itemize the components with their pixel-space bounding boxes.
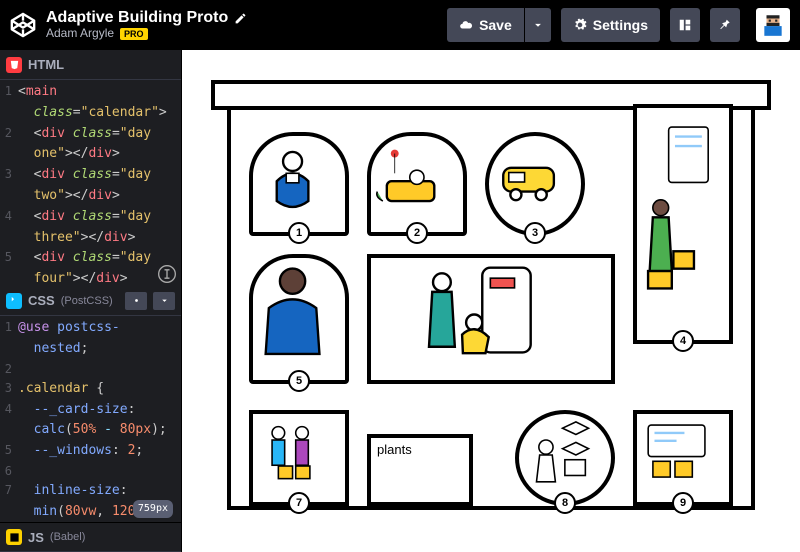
window-badge: 7 — [288, 492, 310, 514]
layout-button[interactable] — [670, 8, 700, 42]
js-badge-icon — [6, 529, 22, 545]
save-button-group: Save — [447, 8, 551, 42]
building-row-2: 5 — [249, 254, 733, 384]
pin-icon — [718, 18, 732, 32]
window-badge: 3 — [524, 222, 546, 244]
html-editor[interactable]: 1<main class="calendar">2 <div class="da… — [0, 80, 181, 286]
illustration-isometric — [519, 414, 598, 490]
html-panel-header[interactable]: HTML — [0, 50, 181, 80]
css-editor[interactable]: 1@use postcss- nested;23.calendar {4 --_… — [0, 316, 181, 522]
illustration-person-reading — [253, 136, 332, 219]
window-4: 4 — [633, 104, 733, 344]
chevron-down-icon — [531, 18, 545, 32]
window-badge: 8 — [554, 492, 576, 514]
window-8: 8 — [515, 410, 615, 506]
gear-icon — [131, 295, 142, 306]
app-header: Adaptive Building Proto Adam Argyle PRO … — [0, 0, 800, 50]
js-panel-sub: (Babel) — [50, 531, 85, 543]
js-panel-header[interactable]: JS (Babel) — [0, 522, 181, 552]
plants-label: plants — [377, 442, 412, 457]
settings-button[interactable]: Settings — [561, 8, 660, 42]
window-badge: 2 — [406, 222, 428, 244]
js-panel-title: JS — [28, 530, 44, 545]
cloud-icon — [459, 18, 473, 32]
building-output: 1 2 3 — [211, 80, 771, 552]
preview-pane: 1 2 3 — [182, 50, 800, 552]
window-badge: 1 — [288, 222, 310, 244]
save-dropdown-button[interactable] — [525, 8, 551, 42]
settings-label: Settings — [593, 17, 648, 33]
css-settings-button[interactable] — [125, 292, 147, 310]
edit-title-icon[interactable] — [234, 12, 247, 25]
building-row-3: 7 plants 8 9 — [249, 410, 733, 506]
illustration-dashboard-boxes — [637, 414, 716, 490]
html-panel-title: HTML — [28, 57, 64, 72]
window-7: 7 — [249, 410, 349, 506]
illustration-worker-boxes — [637, 108, 716, 308]
author-name[interactable]: Adam Argyle — [46, 27, 114, 41]
window-badge: 4 — [672, 330, 694, 352]
save-label: Save — [479, 17, 512, 33]
save-button[interactable]: Save — [447, 8, 524, 42]
window-2: 2 — [367, 132, 467, 236]
text-cursor-icon — [157, 264, 177, 284]
illustration-phone-people — [371, 258, 577, 363]
user-avatar[interactable] — [756, 8, 790, 42]
css-panel-sub: (PostCSS) — [61, 295, 113, 307]
css-panel-header[interactable]: CSS (PostCSS) — [0, 286, 181, 316]
illustration-sofa — [371, 136, 450, 219]
codepen-logo-icon — [10, 12, 36, 38]
window-badge: 5 — [288, 370, 310, 392]
css-dropdown-button[interactable] — [153, 292, 175, 310]
pen-title[interactable]: Adaptive Building Proto — [46, 9, 228, 27]
window-center — [367, 254, 615, 384]
title-block: Adaptive Building Proto Adam Argyle PRO — [46, 9, 247, 41]
window-badge: 9 — [672, 492, 694, 514]
gear-icon — [573, 18, 587, 32]
window-9: 9 — [633, 410, 733, 506]
plants-box: plants — [367, 434, 473, 506]
layout-icon — [678, 18, 692, 32]
editor-column: HTML 1<main class="calendar">2 <div clas… — [0, 50, 182, 552]
css-badge-icon — [6, 293, 22, 309]
window-1: 1 — [249, 132, 349, 236]
pin-button[interactable] — [710, 8, 740, 42]
illustration-camper — [489, 136, 568, 219]
width-badge: 759px — [133, 500, 173, 518]
css-panel-title: CSS — [28, 293, 55, 308]
pro-badge: PRO — [120, 28, 148, 40]
html-badge-icon — [6, 57, 22, 73]
window-3: 3 — [485, 132, 585, 236]
window-5: 5 — [249, 254, 349, 384]
chevron-down-icon — [159, 295, 170, 306]
illustration-person-back — [253, 258, 332, 363]
illustration-two-people-boxes — [253, 414, 332, 490]
